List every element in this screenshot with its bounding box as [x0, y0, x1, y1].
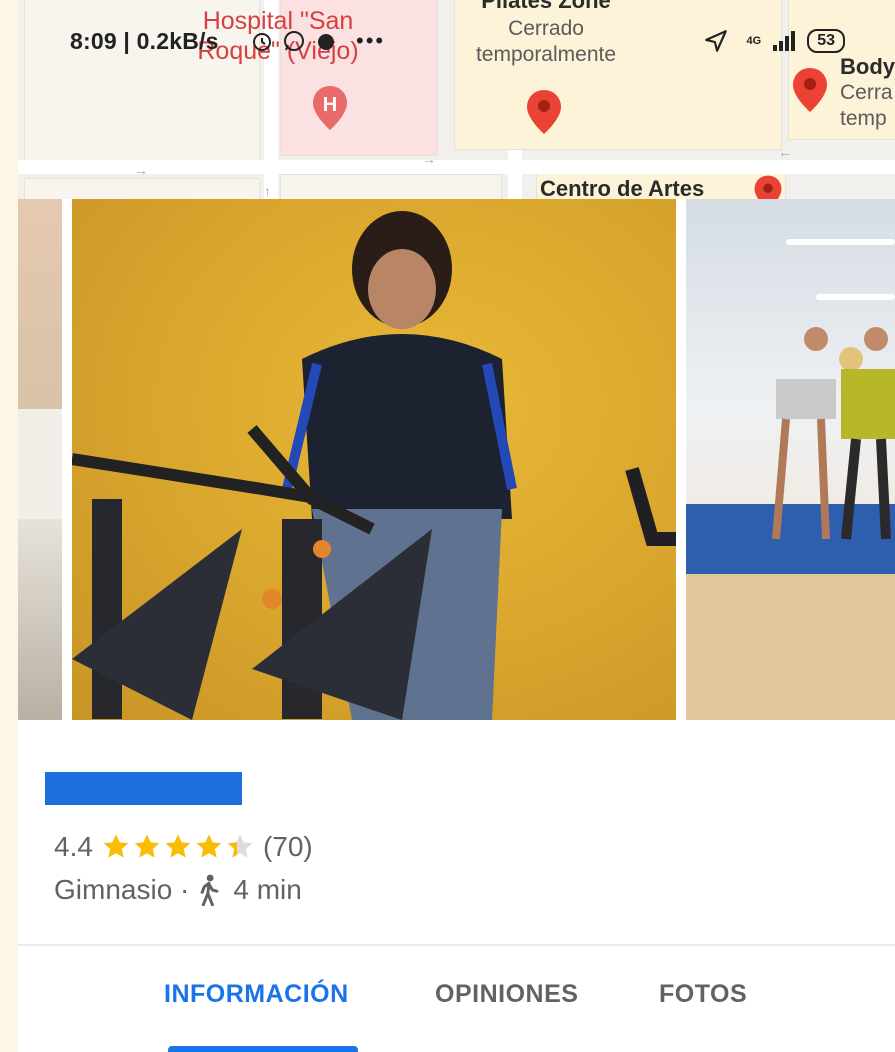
poi-pilates-title: Pilates Zone: [481, 0, 611, 13]
status-time: 8:09 | 0.2kB/s: [70, 28, 219, 54]
photo-thumbnail-next[interactable]: [686, 199, 895, 720]
photo-detail: [816, 294, 895, 300]
map-block: [280, 174, 502, 200]
alarm-icon: [253, 33, 271, 51]
poi-body-status: Cerra temp: [840, 81, 893, 130]
rating-value: 4.4: [54, 831, 93, 862]
gym-photo-illustration: [72, 211, 676, 720]
status-bar: 8:09 | 0.2kB/s ••• 4G 53: [18, 20, 895, 60]
poi-centro-label[interactable]: Centro de Artes: [540, 176, 760, 200]
star-icon: [165, 834, 191, 858]
place-pin-icon[interactable]: [752, 174, 784, 200]
whatsapp-icon: [284, 31, 304, 51]
notification-icons: •••: [250, 28, 385, 54]
place-category: Gimnasio ·: [54, 874, 190, 905]
photo-thumbnail-prev[interactable]: [18, 199, 62, 720]
map-block: [24, 178, 260, 200]
app-icon: [318, 34, 334, 50]
photo-detail: [686, 574, 895, 720]
photo-main[interactable]: [72, 199, 676, 720]
tab-informacion[interactable]: INFORMACIÓN: [164, 980, 349, 1009]
active-tab-indicator: [168, 1046, 358, 1052]
signal-icon: [773, 31, 796, 51]
battery-indicator: 53: [807, 29, 845, 53]
poi-body[interactable]: Body Cerra temp: [840, 54, 895, 131]
photo-detail: [18, 409, 62, 519]
tab-fotos[interactable]: FOTOS: [659, 980, 747, 1009]
location-arrow-icon: [704, 30, 727, 52]
review-count: (70): [262, 831, 313, 862]
map-road: [18, 160, 895, 174]
place-details-sheet: 4.4 (70) Gimnasio · 4 min INFORMACIÓN OP…: [18, 720, 895, 1052]
place-pin-icon[interactable]: [524, 88, 564, 136]
star-icon: [103, 834, 129, 858]
map-road: [508, 150, 522, 200]
star-icon: [134, 834, 160, 858]
walking-icon: [201, 874, 219, 906]
one-way-arrow: →: [134, 162, 148, 178]
star-icon: [227, 834, 253, 858]
photo-detail: [786, 239, 895, 245]
walk-time: 4 min: [233, 874, 302, 905]
screen-frame: [0, 0, 18, 1052]
one-way-arrow: ←: [778, 144, 792, 160]
network-type: 4G: [746, 35, 762, 47]
one-way-arrow: ↑: [264, 183, 271, 199]
divider: [18, 944, 895, 946]
photo-carousel[interactable]: [18, 199, 895, 720]
people-photo-illustration: [772, 327, 895, 540]
hospital-pin-icon[interactable]: H: [310, 84, 350, 132]
place-name-redacted: [45, 772, 242, 805]
status-right: 4G 53: [703, 28, 845, 54]
svg-text:H: H: [323, 94, 337, 116]
star-icon: [196, 834, 222, 858]
star-rating: [101, 832, 255, 862]
meta-row: Gimnasio · 4 min: [54, 874, 302, 906]
place-pin-icon[interactable]: [790, 66, 830, 114]
more-notifications-icon: •••: [356, 28, 386, 53]
tab-opiniones[interactable]: OPINIONES: [435, 980, 578, 1009]
one-way-arrow: →: [422, 151, 436, 167]
rating-row[interactable]: 4.4 (70): [54, 831, 313, 863]
place-tabs: INFORMACIÓN OPINIONES FOTOS: [18, 980, 895, 1020]
